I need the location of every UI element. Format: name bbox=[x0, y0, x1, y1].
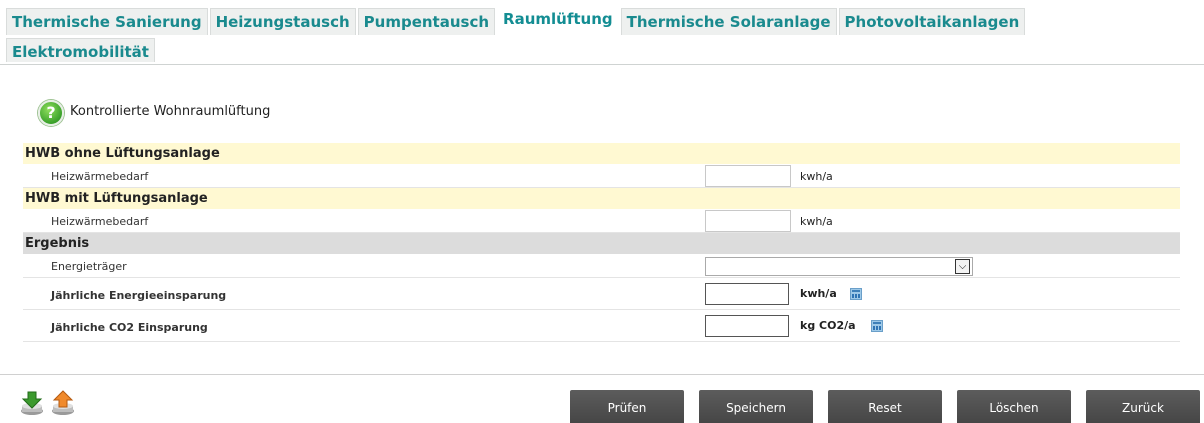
tab-thermische-sanierung[interactable]: Thermische Sanierung bbox=[6, 8, 208, 35]
unit-co2-einsparung: kg CO2/a bbox=[800, 319, 856, 332]
speichern-button[interactable]: Speichern bbox=[699, 390, 813, 423]
loeschen-button[interactable]: Löschen bbox=[957, 390, 1071, 423]
tab-heizungstausch[interactable]: Heizungstausch bbox=[209, 8, 356, 35]
page-title: Kontrollierte Wohnraumlüftung bbox=[70, 104, 271, 119]
energietraeger-select[interactable]: ⌵ bbox=[705, 257, 973, 276]
upload-arrow-icon[interactable] bbox=[50, 390, 76, 416]
heizwaermebedarf-mit-input[interactable] bbox=[705, 210, 791, 232]
section-title-hwb-mit: HWB mit Lüftungsanlage bbox=[25, 191, 208, 206]
row-heizwaermebedarf-ohne: Heizwärmebedarf kwh/a bbox=[23, 164, 1180, 188]
row-energieeinsparung: Jährliche Energieeinsparung kwh/a bbox=[23, 278, 1180, 310]
tab-pumpentausch[interactable]: Pumpentausch bbox=[357, 8, 496, 35]
tab-elektromobilitaet[interactable]: Elektromobilität bbox=[6, 38, 155, 62]
section-header-hwb-ohne: HWB ohne Lüftungsanlage bbox=[23, 143, 1180, 164]
label-energieeinsparung: Jährliche Energieeinsparung bbox=[51, 289, 227, 302]
co2-einsparung-output[interactable] bbox=[705, 315, 789, 337]
unit-energieeinsparung: kwh/a bbox=[800, 287, 837, 300]
section-title-ergebnis: Ergebnis bbox=[25, 236, 90, 251]
tab-thermische-solaranlage[interactable]: Thermische Solaranlage bbox=[620, 8, 837, 35]
row-energietraeger: Energieträger ⌵ bbox=[23, 254, 1180, 278]
section-title-hwb-ohne: HWB ohne Lüftungsanlage bbox=[25, 146, 220, 161]
label-heizwaermebedarf-ohne: Heizwärmebedarf bbox=[51, 170, 149, 183]
tab-raumlueftung[interactable]: Raumlüftung bbox=[497, 8, 619, 35]
heizwaermebedarf-ohne-input[interactable] bbox=[705, 165, 791, 187]
download-arrow-icon[interactable] bbox=[19, 390, 45, 416]
tab-row-1: Thermische Sanierung Heizungstausch Pump… bbox=[6, 8, 1200, 35]
calculator-icon[interactable] bbox=[850, 288, 862, 300]
section-header-hwb-mit: HWB mit Lüftungsanlage bbox=[23, 188, 1180, 209]
chevron-down-icon[interactable]: ⌵ bbox=[955, 259, 970, 274]
unit-heizwaermebedarf-ohne: kwh/a bbox=[800, 170, 833, 183]
form-table: HWB ohne Lüftungsanlage Heizwärmebedarf … bbox=[23, 143, 1180, 342]
zurueck-button[interactable]: Zurück bbox=[1086, 390, 1200, 423]
footer-divider bbox=[0, 374, 1204, 375]
label-co2-einsparung: Jährliche CO2 Einsparung bbox=[51, 321, 208, 334]
energieeinsparung-output[interactable] bbox=[705, 283, 789, 305]
calculator-icon[interactable] bbox=[871, 320, 883, 332]
tab-divider bbox=[0, 64, 1204, 65]
row-co2-einsparung: Jährliche CO2 Einsparung kg CO2/a bbox=[23, 310, 1180, 342]
tab-bar: Thermische Sanierung Heizungstausch Pump… bbox=[6, 8, 1200, 62]
question-mark-icon[interactable]: ? bbox=[38, 100, 64, 126]
label-energietraeger: Energieträger bbox=[51, 260, 127, 273]
tab-photovoltaikanlagen[interactable]: Photovoltaikanlagen bbox=[838, 8, 1026, 35]
reset-button[interactable]: Reset bbox=[828, 390, 942, 423]
pruefen-button[interactable]: Prüfen bbox=[570, 390, 684, 423]
unit-heizwaermebedarf-mit: kwh/a bbox=[800, 215, 833, 228]
label-heizwaermebedarf-mit: Heizwärmebedarf bbox=[51, 215, 149, 228]
section-header-ergebnis: Ergebnis bbox=[23, 233, 1180, 254]
row-heizwaermebedarf-mit: Heizwärmebedarf kwh/a bbox=[23, 209, 1180, 233]
tab-row-2: Elektromobilität bbox=[6, 35, 1200, 62]
